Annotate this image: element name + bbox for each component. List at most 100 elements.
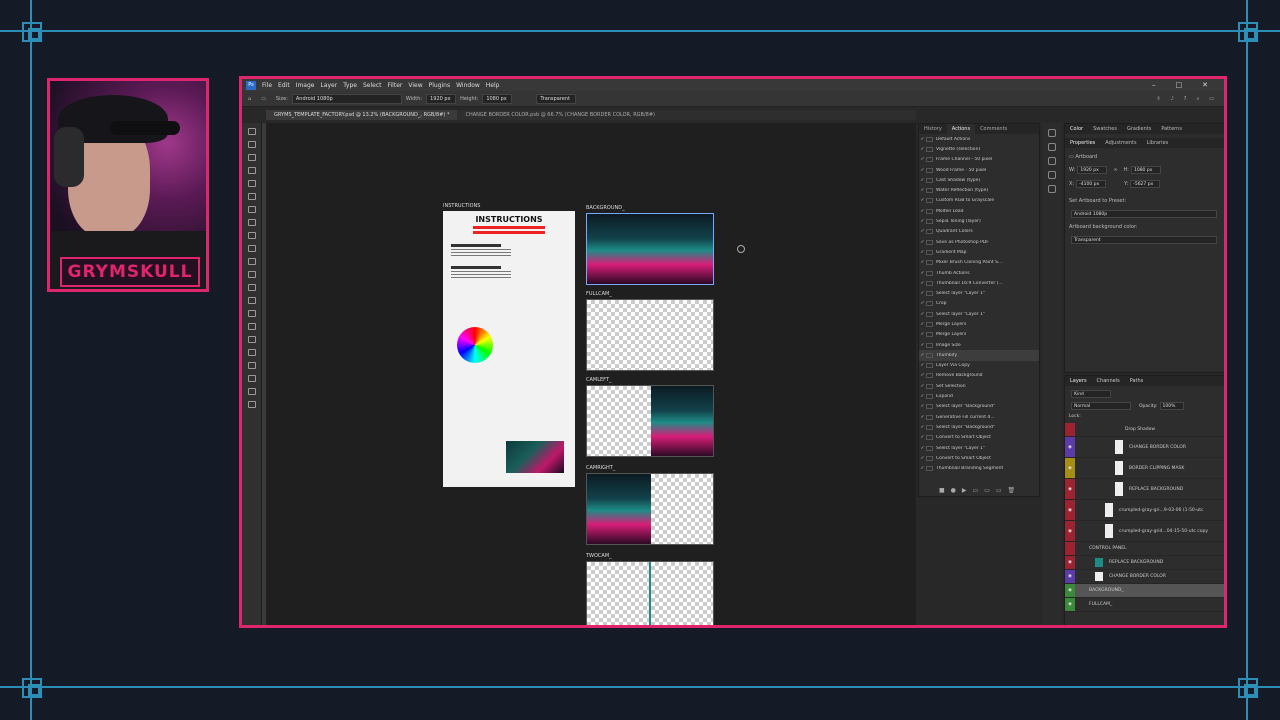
tab-color[interactable]: Color	[1065, 124, 1088, 134]
menu-plugins[interactable]: Plugins	[429, 82, 451, 89]
pen-tool-icon[interactable]	[247, 323, 256, 330]
eye-icon[interactable]: ◉	[1065, 458, 1075, 478]
action-item[interactable]: ✓ Sepia Toning (layer)	[919, 216, 1039, 226]
action-item[interactable]: ✓ Merge Layers	[919, 319, 1039, 329]
layer-row[interactable]: ◉ crumpled-gray-gri...9-03-06 (1-50-utc	[1065, 500, 1224, 521]
action-item[interactable]: ✓ Select layer "Layer 1"	[919, 443, 1039, 453]
path-select-icon[interactable]	[247, 349, 256, 356]
search-icon[interactable]: ⌕	[1196, 96, 1199, 102]
height-field[interactable]: 1080 px	[482, 93, 513, 104]
fullcam-artboard[interactable]	[586, 299, 714, 371]
tab-swatches[interactable]: Swatches	[1088, 124, 1122, 134]
menu-window[interactable]: Window	[456, 82, 480, 89]
eye-icon[interactable]: ◉	[1065, 598, 1075, 611]
close-icon[interactable]: ✕	[1202, 81, 1208, 89]
tab-channels[interactable]: Channels	[1092, 376, 1125, 386]
link-icon[interactable]: ∞	[1113, 167, 1117, 173]
tab-patterns[interactable]: Patterns	[1156, 124, 1187, 134]
layer-row[interactable]: ◉ BORDER CLIPPING MASK	[1065, 458, 1224, 479]
h-field[interactable]: 1080 px	[1130, 166, 1161, 174]
tab-actions[interactable]: Actions	[946, 124, 976, 134]
action-item[interactable]: ✓ Mixer Brush Cloning Paint S...	[919, 258, 1039, 268]
layer-group-row-selected[interactable]: ◉ BACKGROUND_	[1065, 584, 1224, 598]
background-artboard[interactable]	[586, 213, 714, 285]
blend-mode-select[interactable]: Normal	[1071, 402, 1131, 410]
action-item[interactable]: ✓ Wood Frame - 50 pixel	[919, 165, 1039, 175]
action-item[interactable]: ✓ Select layer "Layer 1"	[919, 288, 1039, 298]
eye-icon[interactable]: ◉	[1065, 556, 1075, 569]
minimize-icon[interactable]: –	[1152, 81, 1156, 89]
action-item[interactable]: ✓ Convert to Smart Object	[919, 453, 1039, 463]
twocam-artboard[interactable]	[586, 561, 714, 625]
preset-select[interactable]: Android 1080p	[1071, 210, 1217, 218]
action-item[interactable]: ✓ Default Actions	[919, 134, 1039, 144]
artboard-tool-icon[interactable]: ▭	[261, 96, 266, 102]
action-item[interactable]: ✓ Cast Shadow (type)	[919, 175, 1039, 185]
help-icon[interactable]: ?	[1184, 96, 1187, 102]
action-item[interactable]: ✓ Select layer "Background"	[919, 422, 1039, 432]
instructions-artboard[interactable]: INSTRUCTIONS	[443, 211, 575, 487]
action-item[interactable]: ✓ Thumbnail Branding Segment	[919, 464, 1039, 474]
action-item[interactable]: ✓ Gradient Map	[919, 247, 1039, 257]
history-icon[interactable]	[1048, 143, 1056, 151]
eye-icon[interactable]	[1065, 423, 1075, 436]
action-item-selected[interactable]: ✓ Thumbify	[919, 350, 1039, 361]
action-item[interactable]: ✓ Remove Background	[919, 371, 1039, 381]
eraser-tool-icon[interactable]	[247, 271, 256, 278]
background-select[interactable]: Transparent	[536, 93, 577, 104]
tab-properties[interactable]: Properties	[1065, 138, 1100, 148]
eye-icon[interactable]: ◉	[1065, 437, 1075, 457]
layer-group-row[interactable]: CONTROL PANEL	[1065, 542, 1224, 556]
action-item[interactable]: ✓ Frame Channel - 50 pixel	[919, 155, 1039, 165]
share-icon[interactable]: ⇪	[1156, 96, 1160, 102]
layer-row[interactable]: Drop Shadow	[1065, 423, 1224, 437]
action-item[interactable]: ✓ Custom RGB to Grayscale	[919, 196, 1039, 206]
eye-icon[interactable]: ◉	[1065, 521, 1075, 541]
notification-icon[interactable]: ♪	[1171, 96, 1174, 102]
layer-row[interactable]: ◉ REPLACE BACKGROUND	[1065, 556, 1224, 570]
menu-filter[interactable]: Filter	[388, 82, 403, 89]
action-item[interactable]: ✓ Convert to Smart Object	[919, 433, 1039, 443]
action-item[interactable]: ✓ Expand	[919, 391, 1039, 401]
eye-icon[interactable]: ◉	[1065, 500, 1075, 520]
action-item[interactable]: ✓ Layer Via Copy	[919, 361, 1039, 371]
eye-icon[interactable]: ◉	[1065, 479, 1075, 499]
blur-tool-icon[interactable]	[247, 297, 256, 304]
action-item[interactable]: ✓ Image Size	[919, 340, 1039, 350]
layer-row[interactable]: ◉ REPLACE BACKGROUND	[1065, 479, 1224, 500]
frame-tool-icon[interactable]	[247, 193, 256, 200]
tab-gradients[interactable]: Gradients	[1122, 124, 1156, 134]
home-icon[interactable]: ⌂	[248, 96, 251, 102]
crop-tool-icon[interactable]	[247, 180, 256, 187]
canvas-area[interactable]: INSTRUCTIONS INSTRUCTIONS BACKGROUND_ FU…	[266, 123, 916, 625]
kind-filter-select[interactable]: Kind	[1071, 390, 1111, 398]
camleft-artboard[interactable]	[586, 385, 714, 457]
info-icon[interactable]	[1048, 157, 1056, 165]
action-item[interactable]: ✓ Select layer "Layer 1"	[919, 309, 1039, 319]
actions-controls[interactable]: ■●▶▭▭▭🗑	[939, 487, 1021, 494]
layer-row[interactable]: ◉ CHANGE BORDER COLOR	[1065, 570, 1224, 584]
menu-type[interactable]: Type	[343, 82, 357, 89]
layer-row[interactable]: ◉ CHANGE BORDER COLOR	[1065, 437, 1224, 458]
add-artboard-icon[interactable]	[737, 245, 745, 253]
play-icon[interactable]	[1048, 129, 1056, 137]
workspace-icon[interactable]: ▭	[1209, 96, 1214, 102]
menu-file[interactable]: File	[262, 82, 272, 89]
layer-group-row[interactable]: ◉ FULLCAM_	[1065, 598, 1224, 612]
type-tool-icon[interactable]	[247, 336, 256, 343]
tab-libraries[interactable]: Libraries	[1142, 138, 1174, 148]
eyedropper-tool-icon[interactable]	[247, 206, 256, 213]
stamp-tool-icon[interactable]	[247, 245, 256, 252]
y-field[interactable]: -5627 px	[1130, 180, 1161, 188]
action-item[interactable]: ✓ Quadrant Colors	[919, 227, 1039, 237]
tab-layers[interactable]: Layers	[1065, 376, 1092, 386]
menu-select[interactable]: Select	[363, 82, 382, 89]
select-tool-icon[interactable]	[247, 167, 256, 174]
healing-tool-icon[interactable]	[247, 219, 256, 226]
tab-paths[interactable]: Paths	[1125, 376, 1149, 386]
menu-help[interactable]: Help	[486, 82, 500, 89]
x-field[interactable]: -4100 px	[1076, 180, 1107, 188]
menu-image[interactable]: Image	[296, 82, 315, 89]
camright-artboard[interactable]	[586, 473, 714, 545]
move-tool-icon[interactable]	[247, 128, 256, 135]
